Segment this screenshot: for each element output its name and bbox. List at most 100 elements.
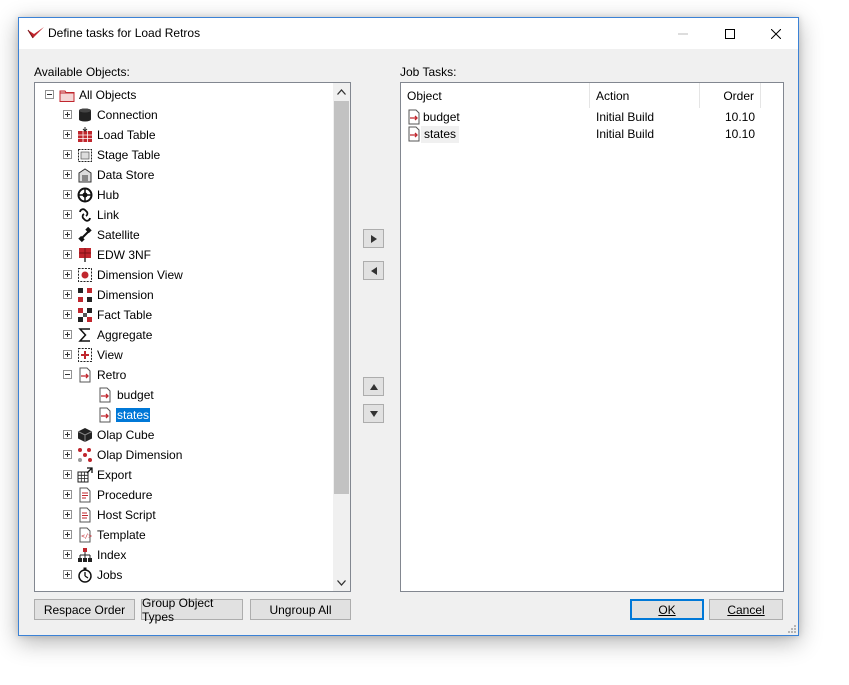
maximize-button[interactable] bbox=[707, 18, 753, 49]
task-order: 10.10 bbox=[724, 110, 755, 124]
add-task-button[interactable] bbox=[363, 229, 384, 248]
respace-order-button[interactable]: Respace Order bbox=[34, 599, 135, 620]
arrow-up-icon bbox=[369, 383, 378, 390]
tree-item-label: Host Script bbox=[97, 508, 156, 522]
tree-item[interactable]: Procedure bbox=[35, 485, 333, 505]
expand-toggle[interactable] bbox=[63, 170, 72, 179]
arrow-right-icon bbox=[370, 234, 377, 243]
stage-table-icon bbox=[77, 147, 93, 163]
tree-item-label: states bbox=[116, 408, 151, 422]
column-header-action[interactable]: Action bbox=[590, 83, 700, 108]
tree-item[interactable]: states bbox=[35, 405, 333, 425]
scroll-down-button[interactable] bbox=[333, 574, 350, 591]
tree-item[interactable]: Jobs bbox=[35, 565, 333, 585]
tree-item[interactable]: Dimension bbox=[35, 285, 333, 305]
title-bar[interactable]: Define tasks for Load Retros bbox=[19, 18, 798, 49]
tree-item-label: Olap Cube bbox=[97, 428, 155, 442]
expand-toggle[interactable] bbox=[63, 450, 72, 459]
tree-item-label: budget bbox=[117, 388, 154, 402]
tree-item-label: Data Store bbox=[97, 168, 155, 182]
expand-toggle[interactable] bbox=[63, 150, 72, 159]
group-object-types-button[interactable]: Group Object Types bbox=[141, 596, 243, 624]
tree-scrollbar[interactable] bbox=[333, 83, 350, 591]
resize-grip-icon[interactable] bbox=[786, 623, 796, 633]
expand-toggle[interactable] bbox=[63, 210, 72, 219]
data-store-icon bbox=[77, 167, 93, 183]
tree-item[interactable]: budget bbox=[35, 385, 333, 405]
expand-toggle[interactable] bbox=[63, 330, 72, 339]
job-tasks-list[interactable]: Object Action Order budget Initial Build… bbox=[400, 82, 784, 592]
expand-toggle[interactable] bbox=[63, 110, 72, 119]
tree-item[interactable]: Olap Dimension bbox=[35, 445, 333, 465]
tree-item[interactable]: Hub bbox=[35, 185, 333, 205]
host-script-icon bbox=[77, 507, 93, 523]
tree-item[interactable]: Satellite bbox=[35, 225, 333, 245]
minimize-button[interactable] bbox=[660, 18, 706, 49]
tree-item[interactable]: Fact Table bbox=[35, 305, 333, 325]
expand-toggle[interactable] bbox=[63, 530, 72, 539]
tree-item-label: Connection bbox=[97, 108, 158, 122]
tree-item[interactable]: Export bbox=[35, 465, 333, 485]
scroll-thumb[interactable] bbox=[334, 101, 349, 494]
expand-toggle[interactable] bbox=[63, 230, 72, 239]
tree-item[interactable]: Retro bbox=[35, 365, 333, 385]
tree-item[interactable]: Connection bbox=[35, 105, 333, 125]
ungroup-all-button[interactable]: Ungroup All bbox=[250, 599, 351, 620]
expand-toggle[interactable] bbox=[63, 430, 72, 439]
tree-item[interactable]: Dimension View bbox=[35, 265, 333, 285]
expand-toggle[interactable] bbox=[63, 470, 72, 479]
cube-icon bbox=[77, 427, 93, 443]
available-objects-tree[interactable]: All Objects Connection Load Table Stage Tab… bbox=[34, 82, 351, 592]
scroll-up-button[interactable] bbox=[333, 83, 350, 100]
ok-button[interactable]: OK bbox=[630, 599, 704, 620]
tree-item[interactable]: View bbox=[35, 345, 333, 365]
tree-item[interactable]: Host Script bbox=[35, 505, 333, 525]
app-logo-icon bbox=[27, 27, 44, 39]
tree-item[interactable]: Index bbox=[35, 545, 333, 565]
arrow-down-icon bbox=[369, 410, 378, 417]
tree-item[interactable]: Olap Cube bbox=[35, 425, 333, 445]
tree-item[interactable]: Data Store bbox=[35, 165, 333, 185]
task-object: budget bbox=[423, 110, 460, 124]
expand-toggle[interactable] bbox=[63, 510, 72, 519]
cancel-button[interactable]: Cancel bbox=[709, 599, 783, 620]
tree-item[interactable]: </> Template bbox=[35, 525, 333, 545]
expand-toggle[interactable] bbox=[63, 290, 72, 299]
expand-toggle[interactable] bbox=[63, 350, 72, 359]
tree-item[interactable]: Load Table bbox=[35, 125, 333, 145]
dimension-icon bbox=[77, 287, 93, 303]
move-down-button[interactable] bbox=[363, 404, 384, 423]
expand-toggle[interactable] bbox=[63, 250, 72, 259]
column-header-object[interactable]: Object bbox=[401, 83, 590, 108]
view-icon bbox=[77, 347, 93, 363]
expand-toggle[interactable] bbox=[63, 310, 72, 319]
collapse-toggle[interactable] bbox=[63, 370, 72, 379]
folder-icon bbox=[59, 87, 75, 103]
expand-toggle[interactable] bbox=[63, 190, 72, 199]
tree-item-label: Jobs bbox=[97, 568, 123, 582]
tree-item-label: Aggregate bbox=[97, 328, 153, 342]
chevron-up-icon bbox=[337, 88, 346, 95]
expand-toggle[interactable] bbox=[63, 270, 72, 279]
tree-item-label: Dimension bbox=[97, 288, 154, 302]
tree-item[interactable]: EDW 3NF bbox=[35, 245, 333, 265]
expand-toggle[interactable] bbox=[63, 130, 72, 139]
retro-doc-icon bbox=[97, 407, 113, 423]
expand-toggle[interactable] bbox=[63, 550, 72, 559]
close-button[interactable] bbox=[753, 18, 799, 49]
minimize-icon bbox=[678, 33, 688, 34]
collapse-toggle[interactable] bbox=[45, 90, 54, 99]
expand-toggle[interactable] bbox=[63, 570, 72, 579]
expand-toggle[interactable] bbox=[63, 490, 72, 499]
column-header-order[interactable]: Order bbox=[700, 83, 761, 108]
task-object: states bbox=[421, 126, 460, 143]
tree-item[interactable]: Link bbox=[35, 205, 333, 225]
tree-item[interactable]: Stage Table bbox=[35, 145, 333, 165]
tree-item[interactable]: All Objects bbox=[35, 85, 333, 105]
tree-item-label: Retro bbox=[97, 368, 127, 382]
tree-item[interactable]: Aggregate bbox=[35, 325, 333, 345]
remove-task-button[interactable] bbox=[363, 261, 384, 280]
edw-icon bbox=[77, 247, 93, 263]
move-up-button[interactable] bbox=[363, 377, 384, 396]
tree-item-label: Template bbox=[97, 528, 146, 542]
